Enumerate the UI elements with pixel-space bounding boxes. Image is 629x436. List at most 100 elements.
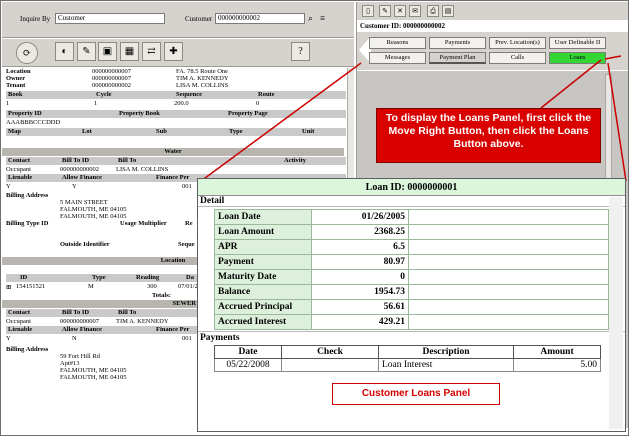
contact-type: Occupant [6, 166, 31, 173]
transfer-button[interactable]: ⇄ [142, 42, 161, 61]
right-scrollbar[interactable] [605, 74, 612, 179]
detail-key: Loan Amount [214, 224, 312, 240]
loan-detail-row: Maturity Date 0 [214, 269, 609, 285]
re-label: Re [185, 220, 193, 227]
print-icon: ⎙ [430, 6, 436, 15]
meter-id: 154151521 [16, 283, 46, 290]
detail-key: Balance [214, 284, 312, 300]
detail-key: Loan Date [214, 209, 312, 225]
tenant-value[interactable]: 000000000002 [92, 82, 131, 89]
mail-button[interactable]: ✉ [409, 5, 421, 17]
pencil-button[interactable]: ✎ [379, 5, 391, 17]
application-window: Inquire By Customer Customer 00000000000… [0, 0, 629, 436]
account-icon: ▣ [102, 46, 113, 57]
route-value: 0 [256, 100, 260, 107]
expand-icon[interactable]: ⊞ [6, 283, 11, 291]
refresh-icon: ⟳ [22, 47, 32, 59]
outside-identifier-label: Outside Identifier [60, 241, 110, 248]
check-column-header[interactable]: Check [281, 345, 379, 359]
billing-address-label: Billing Address [6, 192, 49, 199]
detail-key: Payment [214, 254, 312, 270]
amount-column-header[interactable]: Amount [513, 345, 601, 359]
owner-value[interactable]: 000000000007 [92, 75, 131, 82]
tab-payments[interactable]: Payments [429, 37, 486, 49]
sequence-value: 200.0 [174, 100, 189, 107]
description-column-header[interactable]: Description [378, 345, 514, 359]
edit-customer-button[interactable]: ✎ [77, 42, 96, 61]
bill-to-name: LISA M. COLLINS [116, 166, 169, 173]
bill-to-name-2: TIM A. KENNEDY [116, 318, 169, 325]
detail-value: 01/26/2005 [311, 209, 409, 225]
totals-label: Totals: [152, 292, 171, 299]
loan-detail-row: Accrued Principal 56.61 [214, 299, 609, 315]
add-button[interactable]: ✚ [164, 42, 183, 61]
tab-calls[interactable]: Calls [489, 52, 546, 64]
detail-spacer [408, 314, 609, 330]
delete-button[interactable]: ✕ [394, 5, 406, 17]
customer-button[interactable]: ◐ [55, 42, 74, 61]
water-section: Water [2, 148, 344, 156]
meter-date: 07/01/2 [178, 283, 198, 290]
tab-messages[interactable]: Messages [369, 52, 426, 64]
print-button[interactable]: ⎙ [427, 5, 439, 17]
location-label: Location [6, 68, 31, 75]
owner-label: Owner [6, 75, 26, 82]
tab-reasons[interactable]: Reasons [369, 37, 426, 49]
billing-type-label: Billing Type ID [6, 220, 49, 227]
detail-key: Accrued Interest [214, 314, 312, 330]
grid-icon: ▦ [124, 46, 135, 57]
refresh-button[interactable]: ⟳ [16, 42, 38, 64]
loan-detail-row: APR 6.5 [214, 239, 609, 255]
pencil-icon: ✎ [382, 7, 388, 15]
detail-spacer [408, 284, 609, 300]
tab-prev-locations[interactable]: Prev. Location(s) [489, 37, 546, 49]
payments-label: Payments [198, 331, 625, 343]
customer-icon: ◐ [61, 46, 68, 57]
account-button[interactable]: ▣ [98, 42, 117, 61]
lienable-value: Y [6, 183, 11, 190]
detail-value: 56.61 [311, 299, 409, 315]
address2-line-2: Apt#13 [60, 360, 80, 367]
detail-key: Maturity Date [214, 269, 312, 285]
loans-scroll-track [609, 197, 623, 429]
preview-icon: ▤ [444, 7, 452, 15]
customer-input[interactable]: 000000000002 [215, 13, 305, 24]
address2-line-1: 59 Fort Hill Rd [60, 353, 100, 360]
detail-label: Detail [198, 196, 625, 207]
history-icon[interactable]: ≡ [320, 13, 325, 23]
payment-row[interactable]: 05/22/2008 Loan Interest 5.00 [214, 358, 601, 372]
tenant-name: LISA M. COLLINS [176, 82, 229, 89]
help-button[interactable]: ? [291, 42, 310, 61]
bill-to-id-2[interactable]: 000000000007 [60, 318, 99, 325]
detail-spacer [408, 239, 609, 255]
bill-to-id[interactable]: 000000000002 [60, 166, 99, 173]
finance-period-value: 001 [182, 183, 192, 190]
loans-panel-caption: Customer Loans Panel [332, 383, 500, 405]
tab-payment-plan[interactable]: Payment Plan [429, 52, 486, 64]
add-icon: ✚ [169, 46, 178, 57]
bookmark-button[interactable]: ▯ [362, 5, 374, 17]
mail-icon: ✉ [412, 7, 418, 15]
search-icon[interactable]: ⌕ [308, 13, 313, 24]
detail-key: APR [214, 239, 312, 255]
address-line-3: FALMOUTH, ME 04105 [60, 213, 127, 220]
date-column-header[interactable]: Date [214, 345, 282, 359]
detail-key: Accrued Principal [214, 299, 312, 315]
grid-button[interactable]: ▦ [120, 42, 139, 61]
book-header: Book Cycle Sequence Route [6, 91, 346, 99]
preview-button[interactable]: ▤ [442, 5, 454, 17]
inquire-by-label: Inquire By [20, 15, 51, 23]
loan-detail-table: Loan Date 01/26/2005 Loan Amount 2368.25 APR… [214, 209, 609, 330]
detail-value: 1954.73 [311, 284, 409, 300]
address-line-2: FALMOUTH, ME 04105 [60, 206, 127, 213]
detail-value: 2368.25 [311, 224, 409, 240]
inquire-by-select[interactable]: Customer [55, 13, 165, 24]
payment-amount: 5.00 [513, 358, 601, 372]
owner-name: TIM A. KENNEDY [176, 75, 229, 82]
detail-value: 429.21 [311, 314, 409, 330]
tab-loans[interactable]: Loans [549, 52, 606, 64]
tab-user-definable-ii[interactable]: User Definable II [549, 37, 606, 49]
customer-id-label: Customer ID: 000000000002 [360, 22, 446, 30]
detail-spacer [408, 209, 609, 225]
payment-date: 05/22/2008 [214, 358, 282, 372]
